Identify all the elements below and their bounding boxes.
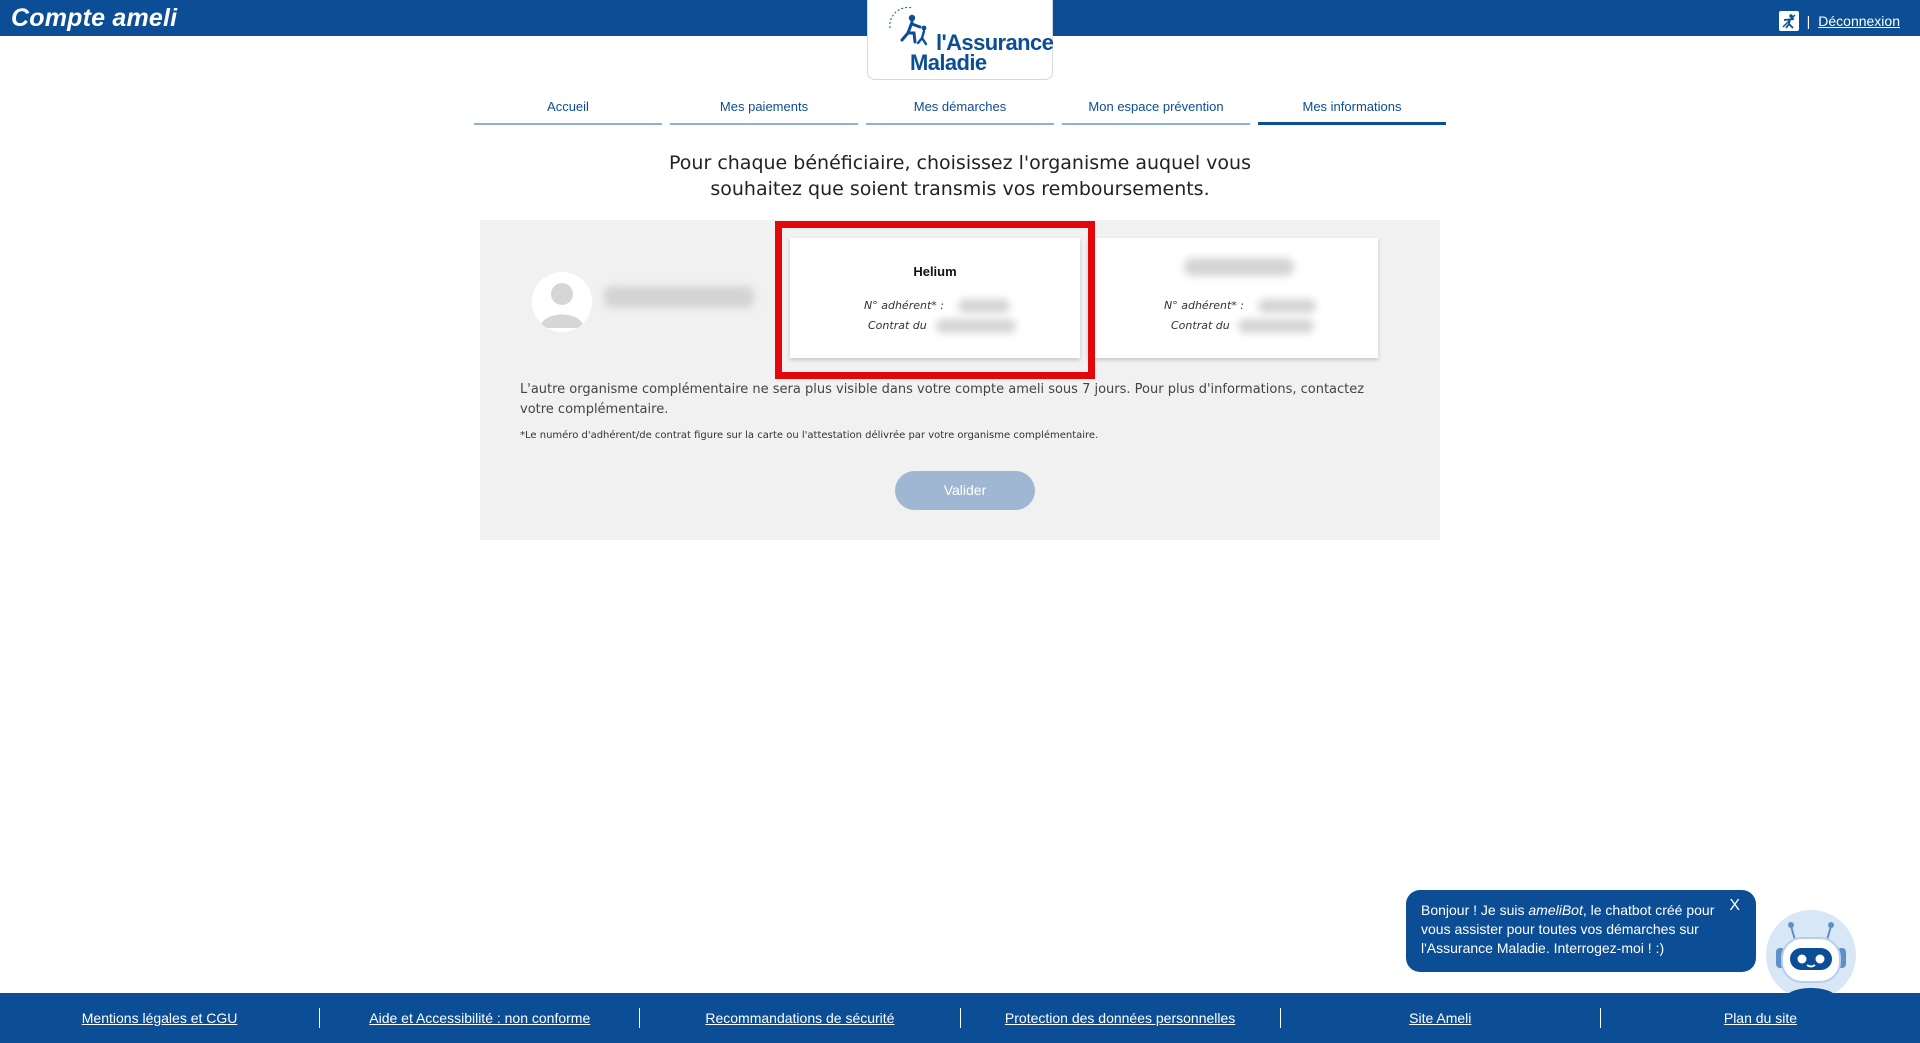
beneficiary-name-redacted: [604, 286, 754, 308]
tab-accueil[interactable]: Accueil: [474, 95, 662, 125]
page-heading: Pour chaque bénéficiaire, choisissez l'o…: [600, 150, 1320, 202]
chatbot-close-button[interactable]: X: [1729, 896, 1740, 915]
beneficiary-panel: Helium N° adhérent* : Contrat du N° adhé…: [480, 220, 1440, 540]
header-separator: |: [1806, 13, 1811, 29]
footer-link-plan-du-site[interactable]: Plan du site: [1601, 1010, 1920, 1026]
logout-link[interactable]: Déconnexion: [1818, 13, 1900, 29]
page-heading-line2: souhaitez que soient transmis vos rembou…: [710, 178, 1210, 200]
main-nav: Accueil Mes paiements Mes démarches Mon …: [474, 95, 1446, 125]
tab-mes-demarches[interactable]: Mes démarches: [866, 95, 1054, 125]
highlight-box: [775, 221, 1095, 379]
adherent-label: N° adhérent* :: [1164, 299, 1244, 312]
avatar: [532, 272, 592, 332]
contract-label: Contrat du: [1171, 319, 1230, 332]
validate-button[interactable]: Valider: [895, 471, 1035, 510]
top-right-actions: | Déconnexion: [1778, 11, 1900, 31]
chatbot-bubble[interactable]: Bonjour ! Je suis ameliBot, le chatbot c…: [1406, 890, 1756, 972]
organisme-name-redacted: [1184, 258, 1294, 276]
footer: Mentions légales et CGU Aide et Accessib…: [0, 993, 1920, 1043]
adherent-number-redacted: [1258, 299, 1316, 313]
accessibility-icon[interactable]: [1778, 11, 1799, 31]
info-text: L'autre organisme complémentaire ne sera…: [520, 382, 1365, 417]
footer-link-donnees-personnelles[interactable]: Protection des données personnelles: [961, 1010, 1280, 1026]
contract-date-redacted: [1238, 319, 1314, 333]
footer-link-securite[interactable]: Recommandations de sécurité: [640, 1010, 959, 1026]
user-icon: [540, 283, 584, 328]
logo-text-line2: Maladie: [910, 50, 987, 75]
chatbot-text-start: Bonjour ! Je suis: [1421, 902, 1529, 918]
amelibot-avatar[interactable]: [1766, 910, 1856, 1000]
footnote: *Le numéro d'adhérent/de contrat figure …: [520, 430, 1099, 441]
tab-mes-paiements[interactable]: Mes paiements: [670, 95, 858, 125]
footer-link-mentions-legales[interactable]: Mentions légales et CGU: [0, 1010, 319, 1026]
tab-mon-espace-prevention[interactable]: Mon espace prévention: [1062, 95, 1250, 125]
assurance-maladie-logo[interactable]: l'Assurance Maladie: [867, 0, 1054, 80]
chatbot-name: ameliBot: [1528, 902, 1583, 918]
footer-link-accessibilite[interactable]: Aide et Accessibilité : non conforme: [320, 1010, 639, 1026]
brand-title: Compte ameli: [11, 4, 178, 32]
footer-link-site-ameli[interactable]: Site Ameli: [1281, 1010, 1600, 1026]
robot-icon: [1776, 922, 1846, 1000]
organisme-card-other[interactable]: N° adhérent* : Contrat du: [1088, 238, 1378, 358]
page-heading-line1: Pour chaque bénéficiaire, choisissez l'o…: [669, 152, 1251, 174]
tab-mes-informations[interactable]: Mes informations: [1258, 95, 1446, 125]
